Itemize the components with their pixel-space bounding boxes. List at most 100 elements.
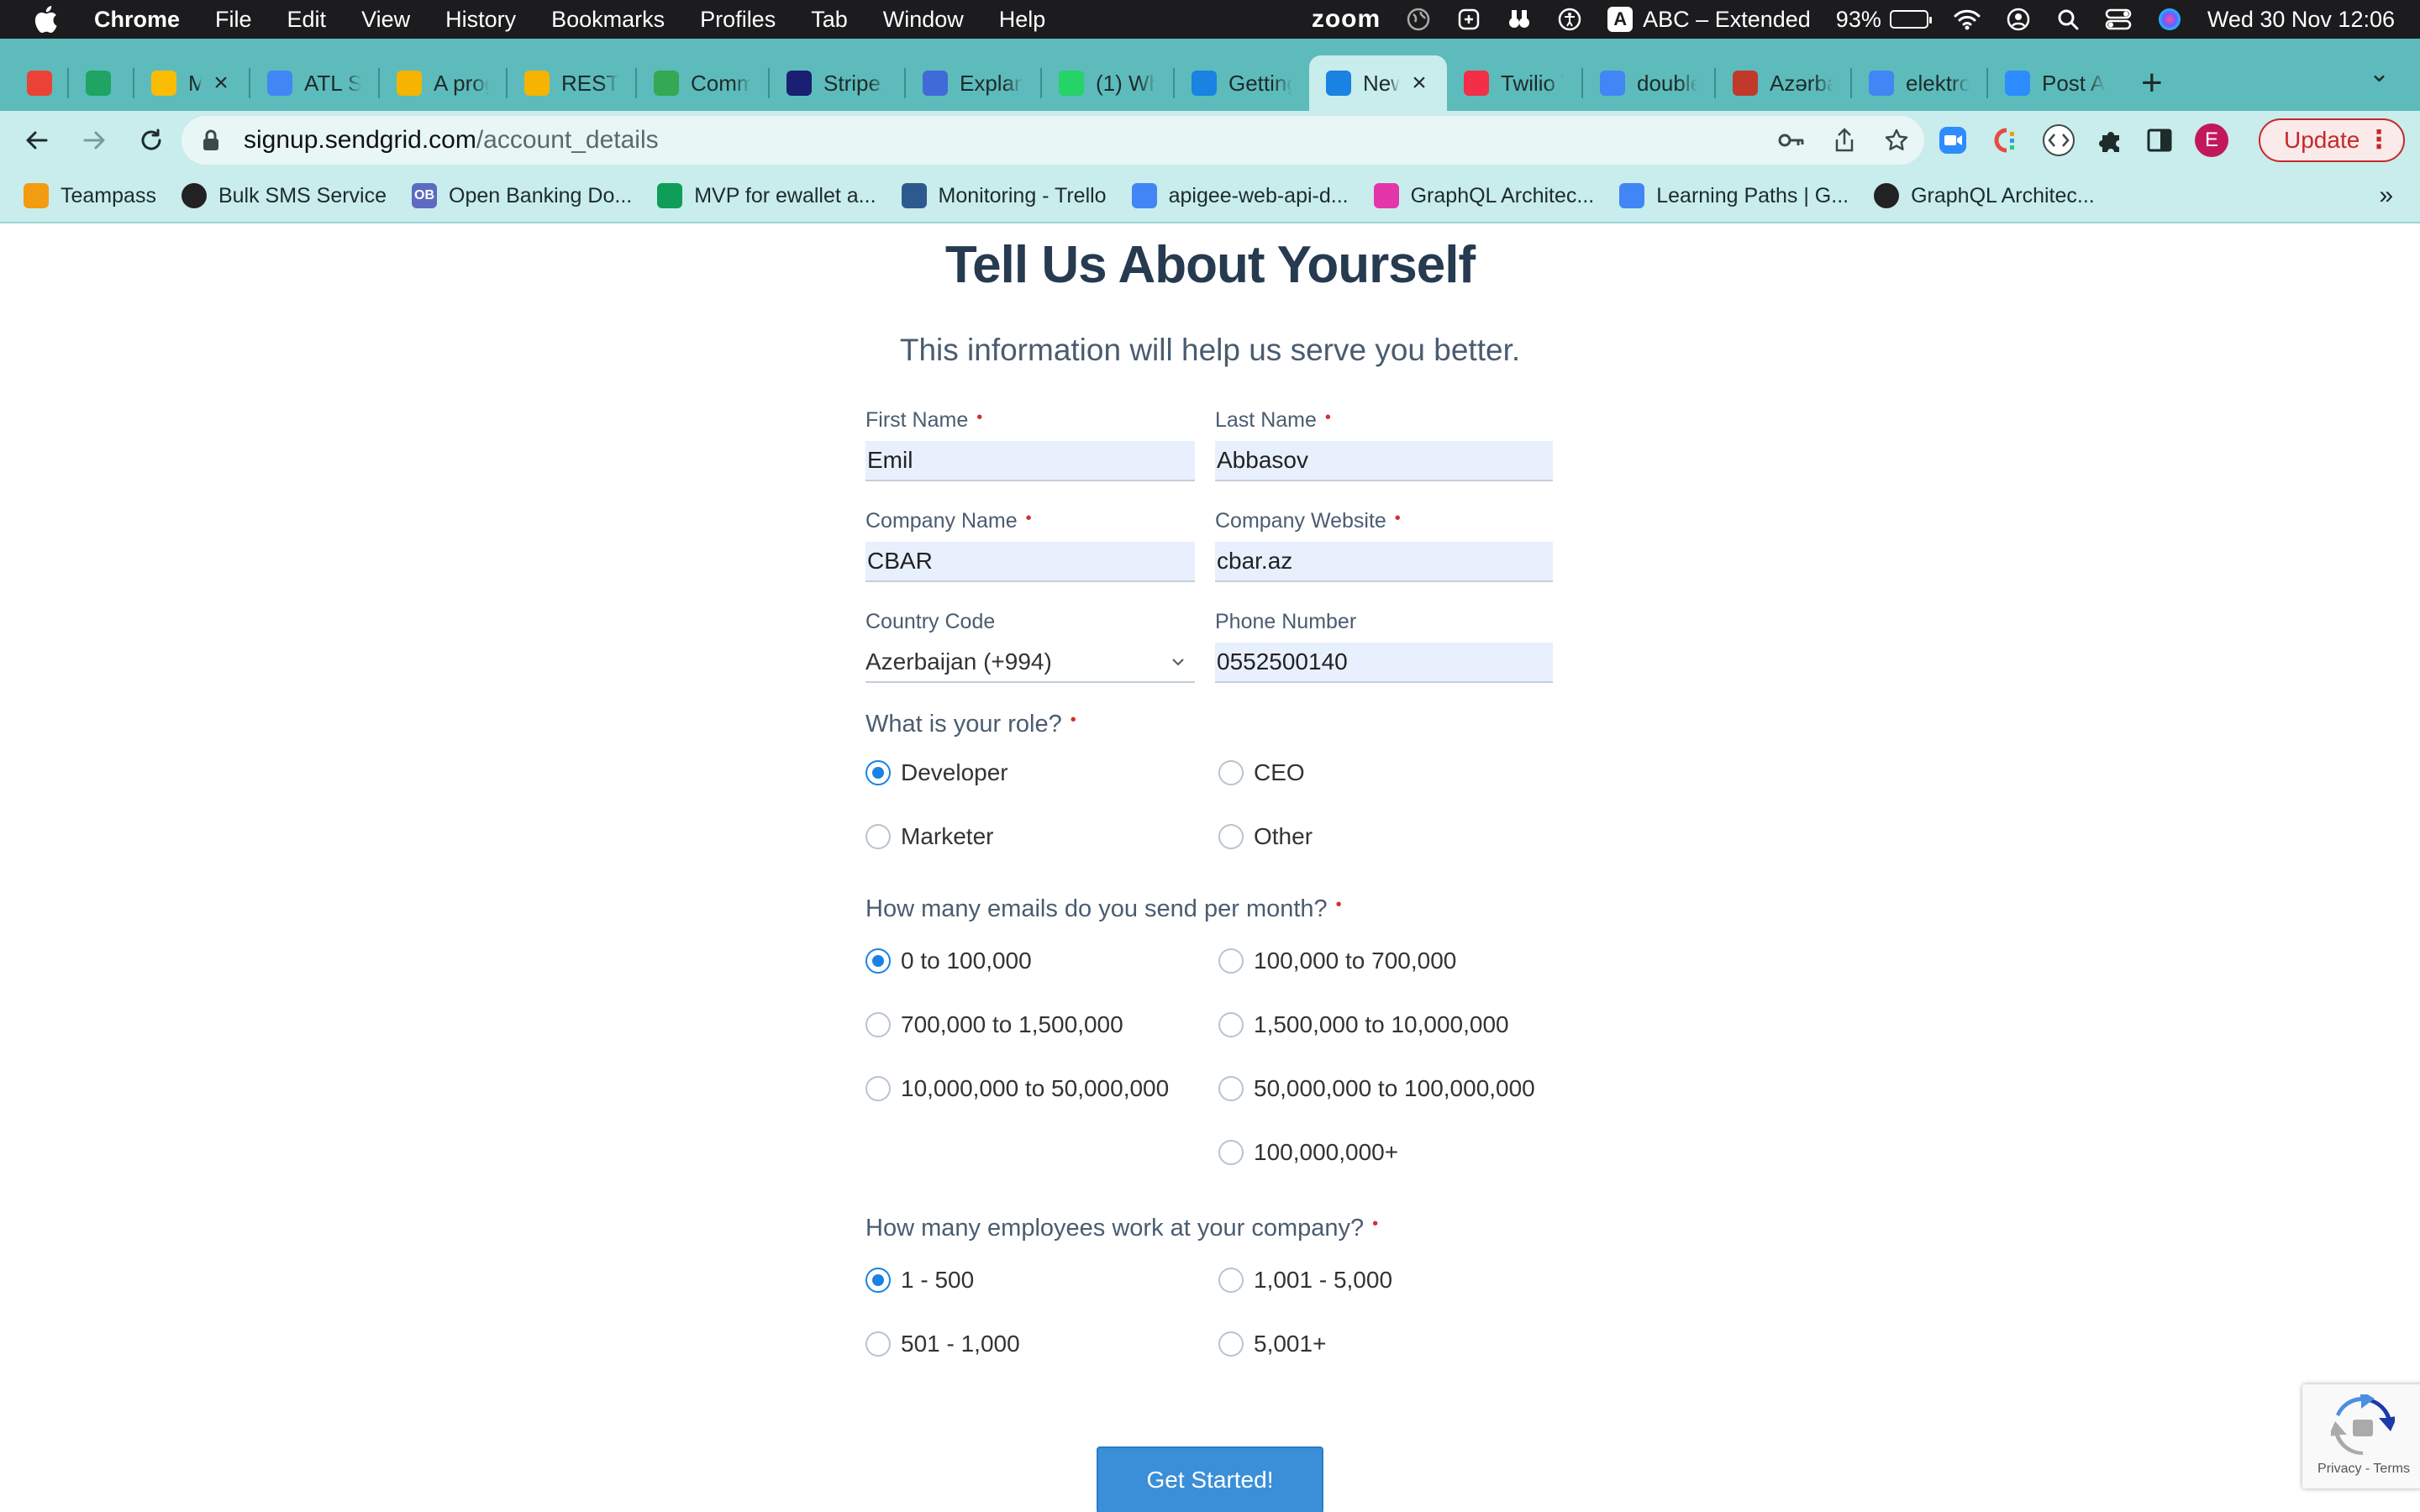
- emails-option[interactable]: 0 to 100,000: [865, 948, 1032, 974]
- control-center-icon[interactable]: [2105, 8, 2132, 31]
- browser-tab[interactable]: Twilio T: [1447, 55, 1581, 111]
- address-bar[interactable]: signup.sendgrid.com/account_details: [182, 116, 1924, 165]
- emails-option[interactable]: 700,000 to 1,500,000: [865, 1011, 1123, 1038]
- radio-button[interactable]: [865, 824, 891, 849]
- bookmark-item[interactable]: apigee-web-api-d...: [1131, 183, 1349, 208]
- role-option[interactable]: Other: [1218, 823, 1313, 850]
- bookmark-item[interactable]: Monitoring - Trello: [901, 183, 1107, 208]
- browser-tab[interactable]: ATL SM: [250, 55, 378, 111]
- menu-file[interactable]: File: [215, 7, 252, 33]
- radio-button[interactable]: [1218, 760, 1244, 785]
- recaptcha-links[interactable]: Privacy - Terms: [2302, 1462, 2420, 1477]
- menu-help[interactable]: Help: [999, 7, 1046, 33]
- browser-tab[interactable]: elektro: [1852, 55, 1986, 111]
- accessibility-icon[interactable]: [1557, 7, 1582, 32]
- emails-option[interactable]: 100,000 to 700,000: [1218, 948, 1456, 974]
- country-code-select[interactable]: Azerbaijan (+994): [865, 643, 1195, 683]
- new-tab-button[interactable]: +: [2141, 55, 2163, 111]
- share-icon[interactable]: [1833, 128, 1855, 153]
- browser-tab[interactable]: [10, 55, 67, 111]
- close-tab-icon[interactable]: ×: [210, 69, 232, 97]
- browser-tab[interactable]: A progr: [380, 55, 506, 111]
- input-source-menu[interactable]: A ABC – Extended: [1607, 7, 1811, 33]
- browser-tab[interactable]: Comme: [637, 55, 768, 111]
- menu-profiles[interactable]: Profiles: [700, 7, 776, 33]
- radio-button[interactable]: [865, 1331, 891, 1357]
- browser-tab[interactable]: Explana: [906, 55, 1040, 111]
- browser-tab[interactable]: My ×: [134, 55, 249, 111]
- employees-option[interactable]: 5,001+: [1218, 1331, 1326, 1357]
- radio-button[interactable]: [1218, 1331, 1244, 1357]
- bookmark-item[interactable]: Bulk SMS Service: [181, 183, 387, 208]
- sync-grid-icon[interactable]: [1456, 7, 1481, 32]
- key-icon[interactable]: [1778, 130, 1805, 150]
- reload-button[interactable]: [131, 120, 171, 160]
- apple-menu-icon[interactable]: [30, 4, 60, 34]
- first-name-input[interactable]: [865, 441, 1195, 481]
- radio-button[interactable]: [1218, 1076, 1244, 1101]
- last-name-input[interactable]: [1215, 441, 1553, 481]
- update-chrome-button[interactable]: Update ⋮: [2259, 118, 2405, 162]
- browser-tab[interactable]: Stripe A: [770, 55, 904, 111]
- browser-tab[interactable]: (1) Wha: [1042, 55, 1173, 111]
- radio-button[interactable]: [1218, 1140, 1244, 1165]
- menu-app-name[interactable]: Chrome: [94, 7, 180, 33]
- bookmark-star-icon[interactable]: [1884, 128, 1909, 153]
- side-panel-icon[interactable]: [2146, 128, 2173, 153]
- bookmark-item[interactable]: GraphQL Architec...: [1373, 183, 1594, 208]
- siri-icon[interactable]: [2157, 7, 2182, 32]
- emails-option[interactable]: 100,000,000+: [1218, 1139, 1398, 1166]
- code-extension-icon[interactable]: [2042, 123, 2075, 157]
- back-button[interactable]: [17, 120, 57, 160]
- wifi-icon[interactable]: [1954, 8, 1981, 30]
- battery-status[interactable]: 93%: [1836, 7, 1932, 33]
- chrome-menu-icon[interactable]: ⋮: [2366, 125, 2391, 155]
- radio-button[interactable]: [1218, 1268, 1244, 1293]
- radio-button[interactable]: [865, 1012, 891, 1037]
- emails-option[interactable]: 10,000,000 to 50,000,000: [865, 1075, 1169, 1102]
- recaptcha-badge[interactable]: Privacy - Terms: [2302, 1384, 2420, 1488]
- lock-icon[interactable]: [198, 128, 224, 153]
- close-tab-icon[interactable]: ×: [1408, 69, 1430, 97]
- browser-tab[interactable]: New ×: [1309, 55, 1447, 111]
- bookmark-item[interactable]: GraphQL Architec...: [1874, 183, 2095, 208]
- forward-button[interactable]: [74, 120, 114, 160]
- menu-tab[interactable]: Tab: [811, 7, 848, 33]
- bookmark-item[interactable]: Teampass: [24, 183, 156, 208]
- puzzle-extensions-icon[interactable]: [2097, 127, 2124, 154]
- browser-tab[interactable]: double: [1583, 55, 1714, 111]
- radio-button[interactable]: [1218, 948, 1244, 974]
- radio-button[interactable]: [865, 1076, 891, 1101]
- zoom-extension-icon[interactable]: [1938, 125, 1968, 155]
- emails-option[interactable]: 50,000,000 to 100,000,000: [1218, 1075, 1535, 1102]
- employees-option[interactable]: 1 - 500: [865, 1267, 974, 1294]
- bookmark-item[interactable]: Learning Paths | G...: [1619, 183, 1849, 208]
- menu-history[interactable]: History: [445, 7, 516, 33]
- menu-bookmarks[interactable]: Bookmarks: [551, 7, 665, 33]
- bookmark-item[interactable]: MVP for ewallet a...: [657, 183, 876, 208]
- company-name-input[interactable]: [865, 542, 1195, 582]
- colorful-extension-icon[interactable]: [1990, 125, 2020, 155]
- tab-search-button[interactable]: ⌄: [2369, 59, 2390, 88]
- role-option[interactable]: Marketer: [865, 823, 993, 850]
- zoom-status-item[interactable]: zoom: [1312, 5, 1381, 34]
- bookmark-item[interactable]: OB Open Banking Do...: [412, 183, 632, 208]
- profile-avatar[interactable]: E: [2195, 123, 2228, 157]
- spotlight-search-icon[interactable]: [2056, 8, 2080, 31]
- menubar-clock[interactable]: Wed 30 Nov 12:06: [2207, 7, 2395, 33]
- radio-button[interactable]: [865, 1268, 891, 1293]
- radio-button[interactable]: [865, 760, 891, 785]
- role-option[interactable]: CEO: [1218, 759, 1305, 786]
- radio-button[interactable]: [1218, 1012, 1244, 1037]
- browser-tab[interactable]: Azərba: [1716, 55, 1850, 111]
- get-started-button[interactable]: Get Started!: [1097, 1446, 1323, 1512]
- menu-edit[interactable]: Edit: [287, 7, 327, 33]
- emails-option[interactable]: 1,500,000 to 10,000,000: [1218, 1011, 1509, 1038]
- browser-tab[interactable]: [69, 55, 133, 111]
- menu-window[interactable]: Window: [883, 7, 964, 33]
- phone-number-input[interactable]: [1215, 643, 1553, 683]
- employees-option[interactable]: 501 - 1,000: [865, 1331, 1020, 1357]
- radio-button[interactable]: [1218, 824, 1244, 849]
- browser-tab[interactable]: REST A: [508, 55, 635, 111]
- user-account-icon[interactable]: [2006, 7, 2031, 32]
